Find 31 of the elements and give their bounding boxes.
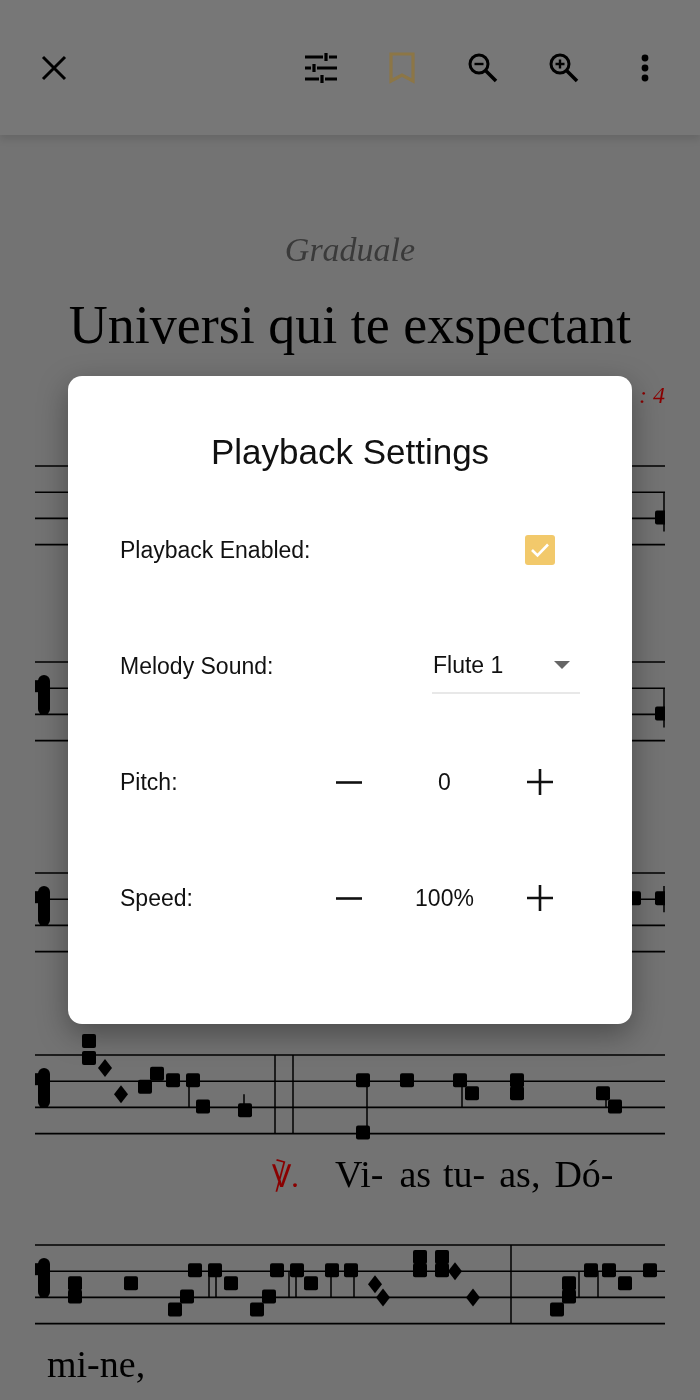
plus-icon <box>527 885 553 911</box>
lyric-syllable: tu- <box>443 1152 486 1196</box>
lyric-syllable: as <box>399 1152 432 1196</box>
bookmark-icon <box>389 52 415 84</box>
setting-label: Pitch: <box>120 768 178 796</box>
setting-label: Melody Sound: <box>120 652 274 680</box>
dropdown[interactable]: Flute 1 <box>432 638 580 694</box>
setting-value: 0 <box>437 768 452 796</box>
caret-icon <box>554 661 570 669</box>
lyric-syllable: Vi- <box>335 1152 384 1196</box>
setting-value: 100% <box>414 884 475 912</box>
zoom-in-icon <box>549 53 579 83</box>
lyric-syllable: as, <box>499 1152 541 1196</box>
checkbox[interactable] <box>525 535 555 565</box>
sliders-icon <box>305 53 337 83</box>
more-icon <box>641 54 649 82</box>
setting-label: Speed: <box>120 884 193 912</box>
dialog-title: Playback Settings <box>210 431 490 473</box>
genre-label: Graduale <box>284 230 416 270</box>
plus-icon <box>527 769 553 795</box>
lyric-syllable: Dó- <box>554 1152 614 1196</box>
zoom-out-icon <box>468 53 498 83</box>
close-icon <box>41 55 67 81</box>
lyric-text: mi-ne, <box>47 1342 146 1386</box>
minus-icon <box>336 896 362 900</box>
mode-label: : 4 <box>639 381 665 410</box>
versicle-sign: ℣. <box>272 1156 299 1196</box>
setting-label: Playback Enabled: <box>120 536 311 564</box>
chant-title: Universi qui te exspectant <box>68 294 632 357</box>
check-icon <box>530 542 550 558</box>
minus-icon <box>336 780 362 784</box>
